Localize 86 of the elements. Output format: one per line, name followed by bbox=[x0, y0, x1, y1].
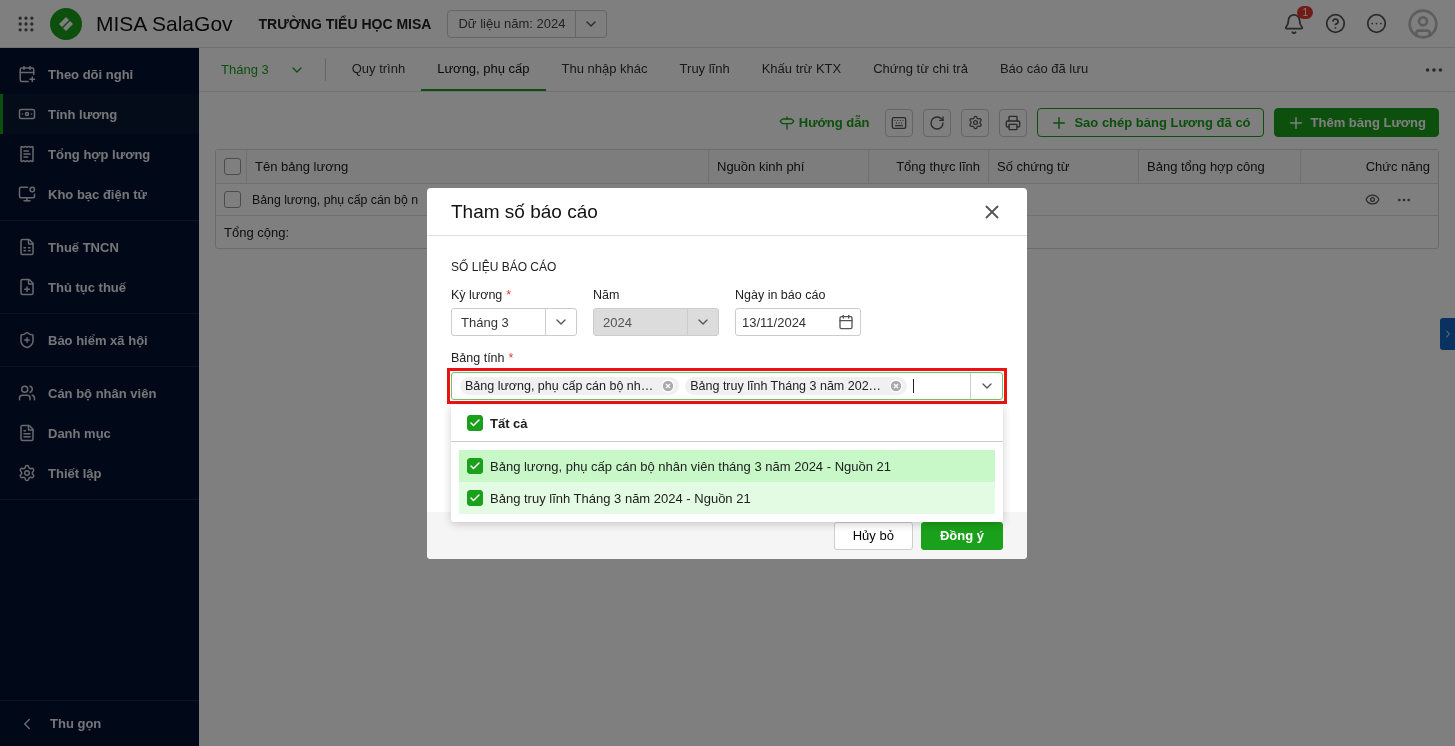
required-mark: * bbox=[508, 351, 514, 365]
sidebar-item[interactable]: Bảo hiểm xã hội bbox=[0, 320, 199, 360]
sidebar-item[interactable]: Danh mục bbox=[0, 413, 199, 453]
guide-link[interactable]: Hướng dẫn bbox=[778, 114, 870, 131]
sidebar-item[interactable]: Theo dõi nghỉ bbox=[0, 54, 199, 94]
tab[interactable]: Báo cáo đã lưu bbox=[983, 48, 1105, 91]
settings-icon bbox=[967, 115, 983, 130]
tab[interactable]: Lương, phụ cấp bbox=[421, 48, 546, 91]
period-select[interactable]: Tháng 3 bbox=[221, 58, 326, 81]
column-header: Nguồn kinh phí bbox=[708, 150, 868, 183]
file-plus-icon bbox=[18, 278, 36, 296]
copy-button[interactable]: Sao chép bảng Lương đã có bbox=[1037, 108, 1264, 137]
refresh-button[interactable] bbox=[923, 108, 952, 137]
dialog-title: Tham số báo cáo bbox=[451, 200, 598, 223]
sidebar-item[interactable]: Thiết lập bbox=[0, 453, 199, 493]
document-icon bbox=[18, 424, 36, 442]
spreadsheet-icon bbox=[18, 238, 36, 256]
date-field[interactable]: 13/11/2024 bbox=[735, 308, 861, 336]
field-label: Kỳ lương * bbox=[451, 288, 513, 302]
sheet-multiselect[interactable]: Bảng lương, phụ cấp cán bộ nh… Bảng truy lĩnh Tháng 3 năm 202… bbox=[451, 372, 1003, 400]
help-icon[interactable] bbox=[1325, 13, 1346, 34]
refresh-icon bbox=[929, 114, 946, 131]
checkbox[interactable] bbox=[224, 158, 241, 175]
tab[interactable]: Quy trình bbox=[335, 48, 422, 91]
ok-button[interactable]: Đồng ý bbox=[920, 521, 1003, 550]
sidebar-item[interactable]: Thuế TNCN bbox=[0, 227, 199, 267]
text-cursor bbox=[913, 379, 915, 393]
keyboard-icon bbox=[891, 114, 908, 131]
column-header: Tên bảng lương bbox=[246, 150, 708, 183]
dropdown-option[interactable]: Bảng truy lĩnh Tháng 3 năm 2024 - Nguồn 21 bbox=[459, 482, 995, 514]
keyboard-button[interactable] bbox=[885, 108, 914, 137]
required-mark: * bbox=[506, 288, 512, 302]
remove-icon[interactable] bbox=[889, 379, 904, 393]
checkbox[interactable] bbox=[467, 415, 483, 431]
sidebar-item[interactable]: Tổng hợp lương bbox=[0, 134, 199, 174]
settings-button[interactable] bbox=[961, 108, 990, 137]
table-cell-text: Bảng lương, phụ cấp cán bộ n bbox=[251, 192, 420, 207]
checkbox[interactable] bbox=[467, 490, 483, 506]
users-icon bbox=[18, 384, 36, 402]
sidebar-item[interactable]: Cán bộ nhân viên bbox=[0, 373, 199, 413]
print-icon bbox=[1005, 114, 1022, 131]
logo-icon bbox=[50, 7, 82, 40]
checkbox[interactable] bbox=[224, 191, 241, 208]
checkbox[interactable] bbox=[467, 458, 483, 474]
signpost-icon bbox=[778, 114, 795, 131]
check-icon bbox=[469, 460, 481, 472]
column-header: Số chứng từ bbox=[988, 150, 1138, 183]
receipt-icon bbox=[18, 145, 36, 163]
sidebar-item[interactable]: Thủ tục thuế bbox=[0, 267, 199, 307]
period-select[interactable]: Tháng 3 bbox=[451, 308, 577, 336]
dropdown-option[interactable]: Bảng lương, phụ cấp cán bộ nhân viên tháng 3 năm 2024 - Nguồn 21 bbox=[459, 450, 995, 482]
year-select[interactable]: Dữ liệu năm: 2024 bbox=[447, 9, 608, 38]
tab[interactable]: Khấu trừ KTX bbox=[745, 48, 858, 91]
more-icon[interactable] bbox=[1366, 13, 1387, 34]
sidebar-item[interactable]: Kho bạc điện tử bbox=[0, 174, 199, 214]
sidebar-item[interactable]: Tính lương bbox=[0, 94, 199, 134]
shield-icon bbox=[18, 331, 36, 349]
calendar-icon bbox=[18, 65, 36, 83]
check-icon bbox=[469, 492, 481, 504]
notification-icon[interactable] bbox=[1283, 12, 1305, 35]
monitor-icon bbox=[18, 185, 36, 203]
selected-tag: Bảng lương, phụ cấp cán bộ nh… bbox=[460, 377, 680, 395]
organization-name: TRƯỜNG TIỂU HỌC MISA bbox=[258, 15, 432, 32]
select-all-option[interactable]: Tất cả bbox=[451, 405, 1003, 442]
view-icon[interactable] bbox=[1365, 191, 1380, 207]
remove-icon[interactable] bbox=[661, 379, 676, 393]
tab[interactable]: Thu nhập khác bbox=[545, 48, 664, 91]
total-label: Tổng cộng: bbox=[223, 224, 291, 240]
field-label: Ngày in báo cáo bbox=[735, 288, 827, 302]
field-label: Năm bbox=[593, 288, 621, 302]
app-name: MISA SalaGov bbox=[96, 11, 233, 36]
column-header: Chức năng bbox=[1300, 150, 1438, 183]
add-button[interactable]: Thêm bảng Lương bbox=[1273, 108, 1439, 137]
settings-icon bbox=[18, 464, 36, 482]
column-header: Bảng tổng hợp công bbox=[1138, 150, 1300, 183]
tab[interactable]: Truy lĩnh bbox=[663, 48, 746, 91]
calendar-icon bbox=[838, 314, 854, 330]
column-header: Tổng thực lĩnh bbox=[868, 150, 988, 183]
field-label: Bảng tính * bbox=[451, 351, 514, 365]
check-icon bbox=[469, 417, 481, 429]
selected-tag: Bảng truy lĩnh Tháng 3 năm 202… bbox=[685, 377, 908, 395]
print-button[interactable] bbox=[999, 108, 1028, 137]
section-title: SỐ LIỆU BÁO CÁO bbox=[451, 260, 558, 274]
cancel-button[interactable]: Hủy bỏ bbox=[833, 521, 913, 550]
notification-badge: 1 bbox=[1297, 5, 1313, 19]
tab[interactable]: Chứng từ chi trả bbox=[857, 48, 984, 91]
